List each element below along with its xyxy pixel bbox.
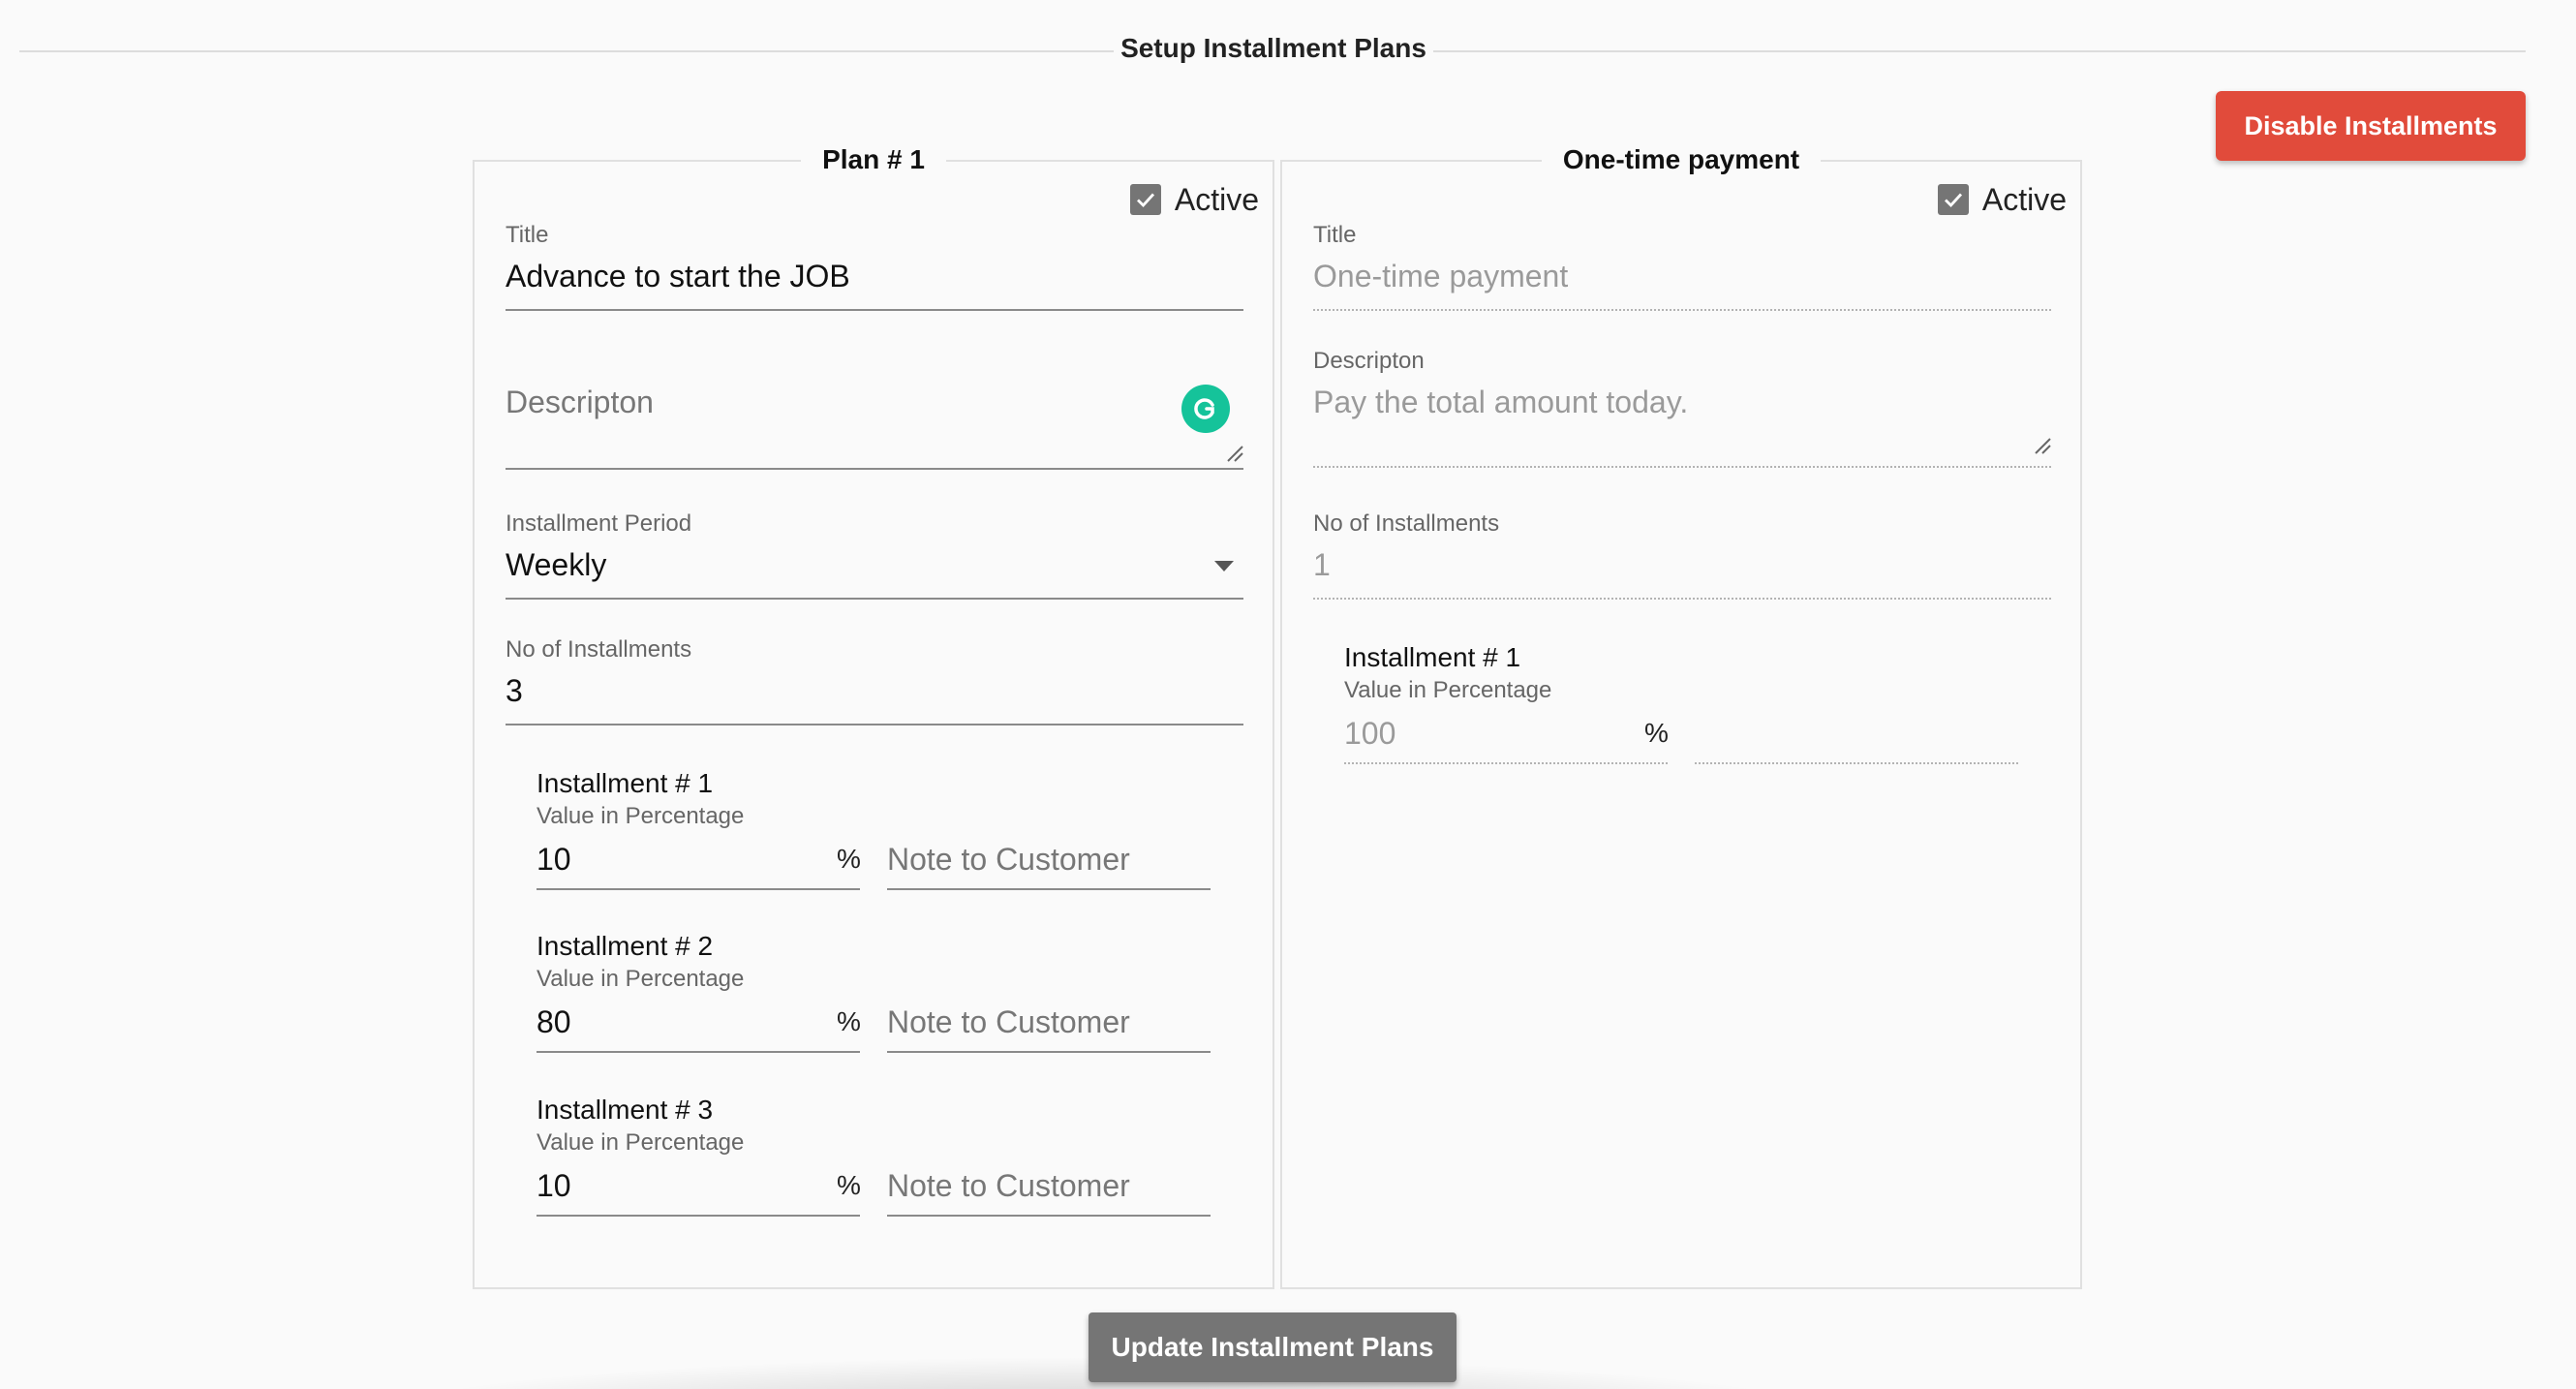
- description-label: Descripton: [1313, 348, 1425, 374]
- note-to-customer-input[interactable]: Note to Customer: [887, 1004, 1130, 1040]
- percent-suffix: %: [837, 1006, 861, 1036]
- installment-title: Installment # 1: [537, 768, 714, 798]
- checkmark-icon: [1944, 193, 1962, 208]
- installment-period-value[interactable]: Weekly: [506, 547, 606, 583]
- installments-count-label: No of Installments: [1313, 510, 1500, 537]
- plan-card-1: Plan # 1 Active Title Advance to start t…: [473, 144, 1274, 1289]
- note-to-customer-input[interactable]: Note to Customer: [887, 842, 1130, 878]
- resize-handle-icon[interactable]: [1226, 445, 1243, 462]
- checkmark-icon: [1136, 193, 1154, 208]
- header-divider-right: [1433, 50, 2526, 52]
- percent-underline: [537, 888, 860, 890]
- note-to-customer-input[interactable]: Note to Customer: [887, 1168, 1130, 1204]
- description-underline: [506, 468, 1243, 470]
- installment-row: Installment # 3 Value in Percentage 10 %…: [537, 1095, 1214, 1220]
- grammarly-g-icon: [1194, 398, 1214, 419]
- active-checkbox[interactable]: [1129, 184, 1161, 215]
- note-underline: [887, 1051, 1211, 1053]
- plan-legend-text: Plan # 1: [801, 144, 946, 175]
- installment-title: Installment # 2: [537, 931, 714, 961]
- description-field[interactable]: Descripton: [506, 385, 1243, 474]
- percent-suffix: %: [837, 844, 861, 874]
- installment-title: Installment # 1: [1344, 642, 1521, 672]
- grammarly-icon[interactable]: [1181, 385, 1230, 433]
- active-checkbox[interactable]: [1937, 184, 1969, 215]
- title-field: Title One-time payment: [1313, 222, 2051, 311]
- header-divider-left: [19, 50, 1114, 52]
- plan-legend: One-time payment: [1282, 144, 2080, 175]
- update-installment-plans-button[interactable]: Update Installment Plans: [1089, 1312, 1457, 1382]
- description-textarea[interactable]: Descripton: [506, 385, 654, 420]
- note-underline: [887, 1215, 1211, 1217]
- percent-underline: [537, 1051, 860, 1053]
- installments-count-field: No of Installments 1: [1313, 510, 2051, 600]
- active-label: Active: [1174, 181, 1259, 217]
- installments-count-field[interactable]: No of Installments 3: [506, 636, 1243, 725]
- percent-underline: [537, 1215, 860, 1217]
- active-label: Active: [1981, 181, 2067, 217]
- percent-suffix: %: [1644, 718, 1669, 748]
- installments-count-input: 1: [1313, 547, 1331, 582]
- percent-suffix: %: [837, 1170, 861, 1200]
- installments-count-label: No of Installments: [506, 636, 692, 663]
- active-toggle[interactable]: Active: [1129, 181, 1259, 218]
- installment-value-label: Value in Percentage: [537, 803, 745, 829]
- installment-percent-input[interactable]: 80: [537, 1004, 571, 1040]
- description-textarea: Pay the total amount today.: [1313, 385, 1689, 419]
- installment-period-select[interactable]: Installment Period Weekly: [506, 510, 1243, 600]
- resize-handle-icon: [2035, 438, 2051, 454]
- installment-row: Installment # 1 Value in Percentage 100 …: [1344, 642, 2022, 768]
- note-underline: [887, 888, 1211, 890]
- title-underline: [1313, 309, 2051, 311]
- installment-period-label: Installment Period: [506, 510, 692, 537]
- installment-row: Installment # 2 Value in Percentage 80 %…: [537, 931, 1214, 1057]
- installments-count-underline: [506, 724, 1243, 725]
- plan-legend: Plan # 1: [475, 144, 1273, 175]
- description-field: Descripton Pay the total amount today.: [1313, 348, 2051, 472]
- installment-percent-input[interactable]: 10: [537, 842, 571, 878]
- installment-value-label: Value in Percentage: [537, 1129, 745, 1156]
- installment-row: Installment # 1 Value in Percentage 10 %…: [537, 768, 1214, 894]
- installment-value-label: Value in Percentage: [537, 966, 745, 992]
- installment-title: Installment # 3: [537, 1095, 714, 1125]
- plan-card-one-time: One-time payment Active Title One-time p…: [1280, 144, 2082, 1289]
- title-input[interactable]: Advance to start the JOB: [506, 259, 850, 294]
- title-label: Title: [1313, 222, 1357, 248]
- installment-value-label: Value in Percentage: [1344, 677, 1552, 703]
- title-input: One-time payment: [1313, 259, 1569, 293]
- installments-count-input[interactable]: 3: [506, 673, 523, 709]
- description-underline: [1313, 466, 2051, 468]
- chevron-down-icon[interactable]: [1214, 561, 1234, 571]
- installments-count-underline: [1313, 598, 2051, 600]
- installment-percent-input[interactable]: 10: [537, 1168, 571, 1204]
- note-underline: [1695, 762, 2018, 764]
- page-title: Setup Installment Plans: [1120, 33, 1426, 63]
- title-underline: [506, 309, 1243, 311]
- disable-installments-button[interactable]: Disable Installments: [2216, 91, 2526, 161]
- active-toggle[interactable]: Active: [1937, 181, 2067, 218]
- plan-legend-text: One-time payment: [1541, 144, 1822, 175]
- installment-period-underline: [506, 598, 1243, 600]
- title-label: Title: [506, 222, 549, 248]
- installment-percent-input: 100: [1344, 716, 1396, 751]
- percent-underline: [1344, 762, 1668, 764]
- title-field[interactable]: Title Advance to start the JOB: [506, 222, 1243, 311]
